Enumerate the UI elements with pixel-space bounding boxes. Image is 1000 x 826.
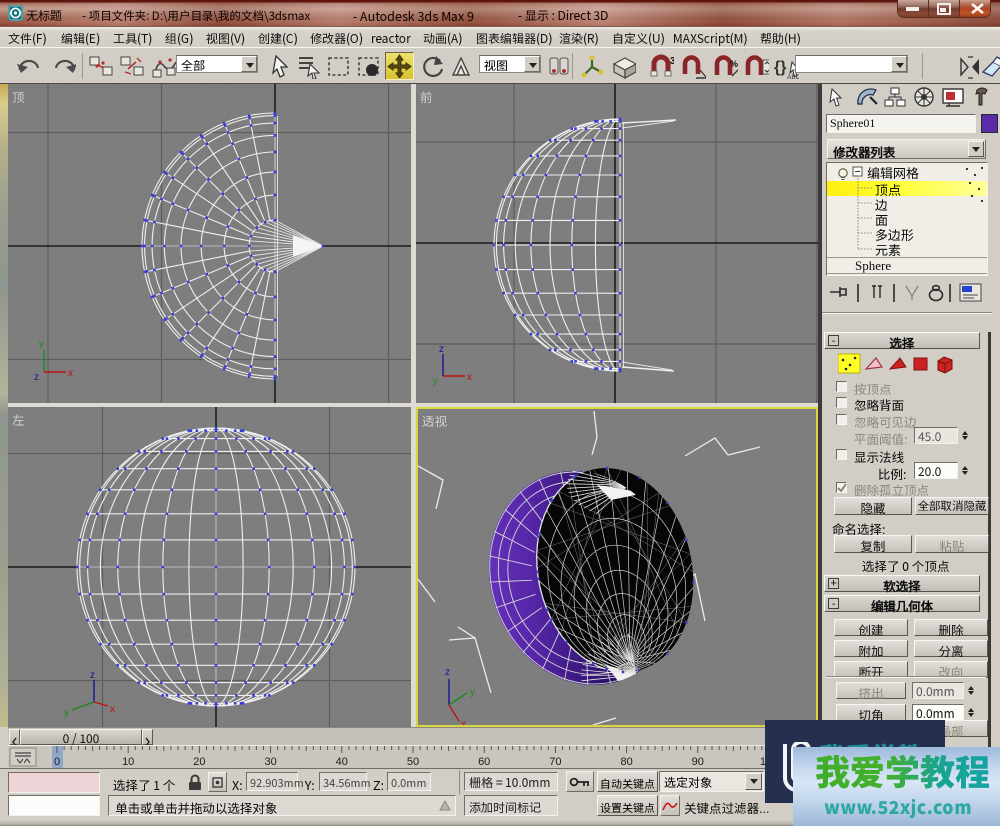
svg-text:x: x xyxy=(467,372,472,383)
svg-text:x: x xyxy=(68,368,73,379)
svg-text:ABC: ABC xyxy=(787,74,799,79)
svg-text:10: 10 xyxy=(122,756,134,768)
svg-text:z: z xyxy=(34,372,39,383)
svg-text:30: 30 xyxy=(264,756,276,768)
svg-text:60: 60 xyxy=(478,756,490,768)
svg-text:0: 0 xyxy=(54,756,60,768)
svg-text:90: 90 xyxy=(692,756,704,768)
svg-text:y: y xyxy=(64,708,69,719)
svg-text:3: 3 xyxy=(670,56,674,67)
svg-text:z: z xyxy=(439,344,444,355)
svg-text:y: y xyxy=(470,687,475,698)
svg-text:x: x xyxy=(110,704,115,715)
svg-text:y: y xyxy=(433,376,438,387)
svg-text:20: 20 xyxy=(193,756,205,768)
svg-text:y: y xyxy=(39,339,44,350)
svg-text:%: % xyxy=(730,59,738,69)
svg-text:z: z xyxy=(90,670,95,681)
svg-text:x: x xyxy=(461,719,466,727)
svg-text:40: 40 xyxy=(336,756,348,768)
svg-text:80: 80 xyxy=(620,756,632,768)
svg-text:z: z xyxy=(445,667,450,678)
svg-text:{}: {} xyxy=(774,59,786,76)
svg-text:50: 50 xyxy=(407,756,419,768)
svg-text:70: 70 xyxy=(549,756,561,768)
